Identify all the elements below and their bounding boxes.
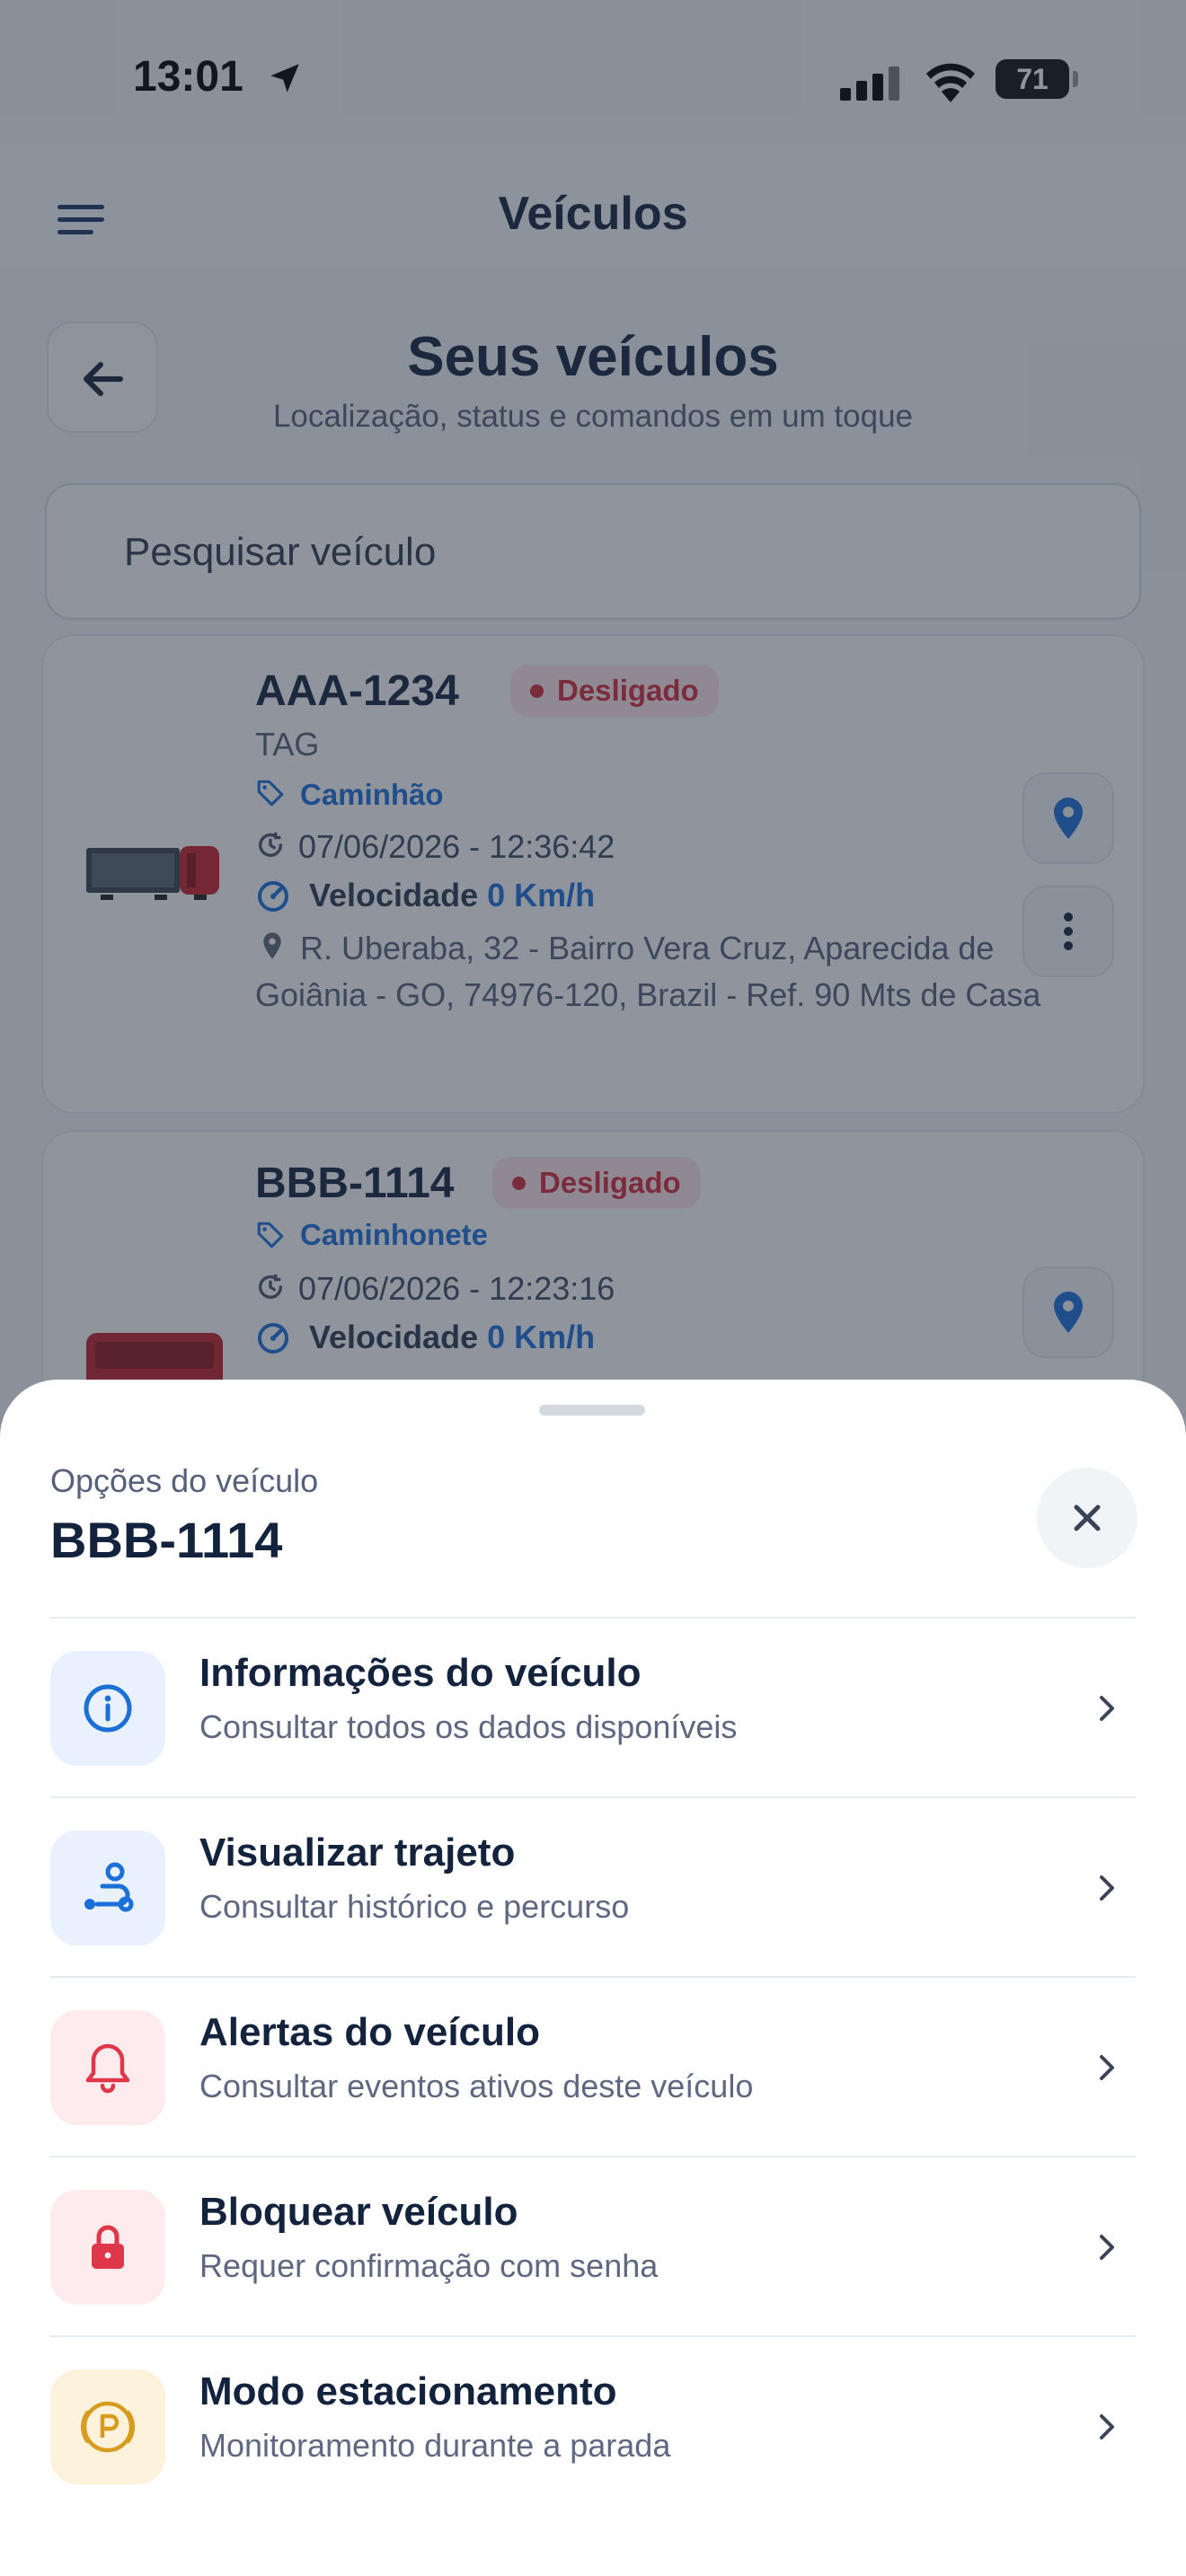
option-title: Informações do veículo: [199, 1651, 642, 1695]
option-view-route[interactable]: Visualizar trajeto Consultar histórico e…: [0, 1798, 1186, 1978]
lock-icon: [92, 2225, 124, 2269]
option-title: Modo estacionamento: [199, 2369, 617, 2413]
option-icon-box: [50, 1831, 165, 1945]
chevron-right-icon: [1100, 2055, 1114, 2080]
option-title: Bloquear veículo: [199, 2190, 518, 2234]
option-subtitle: Consultar todos os dados disponíveis: [199, 1708, 738, 1745]
option-icon-box: [50, 1651, 165, 1766]
option-parking-mode[interactable]: Modo estacionamento Monitoramento durant…: [0, 2337, 1186, 2517]
chevron-right-icon: [1100, 2235, 1114, 2260]
option-icon-box: [50, 2190, 165, 2305]
option-subtitle: Monitoramento durante a parada: [199, 2427, 671, 2464]
vehicle-options-sheet: Opções do veículo BBB-1114 Informações d…: [0, 1380, 1186, 2576]
option-icon-box: [50, 2369, 165, 2484]
option-title: Alertas do veículo: [199, 2010, 541, 2054]
option-subtitle: Consultar eventos ativos deste veículo: [199, 2068, 754, 2104]
parking-icon: [80, 2401, 136, 2453]
bell-icon: [85, 2043, 130, 2094]
option-subtitle: Consultar histórico e percurso: [199, 1888, 630, 1925]
chevron-right-icon: [1100, 1696, 1114, 1721]
sheet-eyebrow: Opções do veículo: [50, 1462, 319, 1499]
close-icon: [1074, 1504, 1101, 1531]
close-button[interactable]: [1037, 1468, 1137, 1568]
sheet-title: BBB-1114: [50, 1512, 283, 1568]
sheet-drag-handle[interactable]: [539, 1405, 645, 1416]
option-title: Visualizar trajeto: [199, 1831, 516, 1875]
route-icon: [84, 1862, 134, 1912]
option-icon-box: [50, 2010, 165, 2125]
chevron-right-icon: [1100, 1875, 1114, 1901]
chevron-right-icon: [1100, 2414, 1114, 2439]
option-vehicle-alerts[interactable]: Alertas do veículo Consultar eventos ati…: [0, 1978, 1186, 2157]
option-subtitle: Requer confirmação com senha: [199, 2247, 659, 2284]
option-block-vehicle[interactable]: Bloquear veículo Requer confirmação com …: [0, 2157, 1186, 2337]
info-icon: [84, 1684, 132, 1733]
option-vehicle-info[interactable]: Informações do veículo Consultar todos o…: [0, 1619, 1186, 1798]
